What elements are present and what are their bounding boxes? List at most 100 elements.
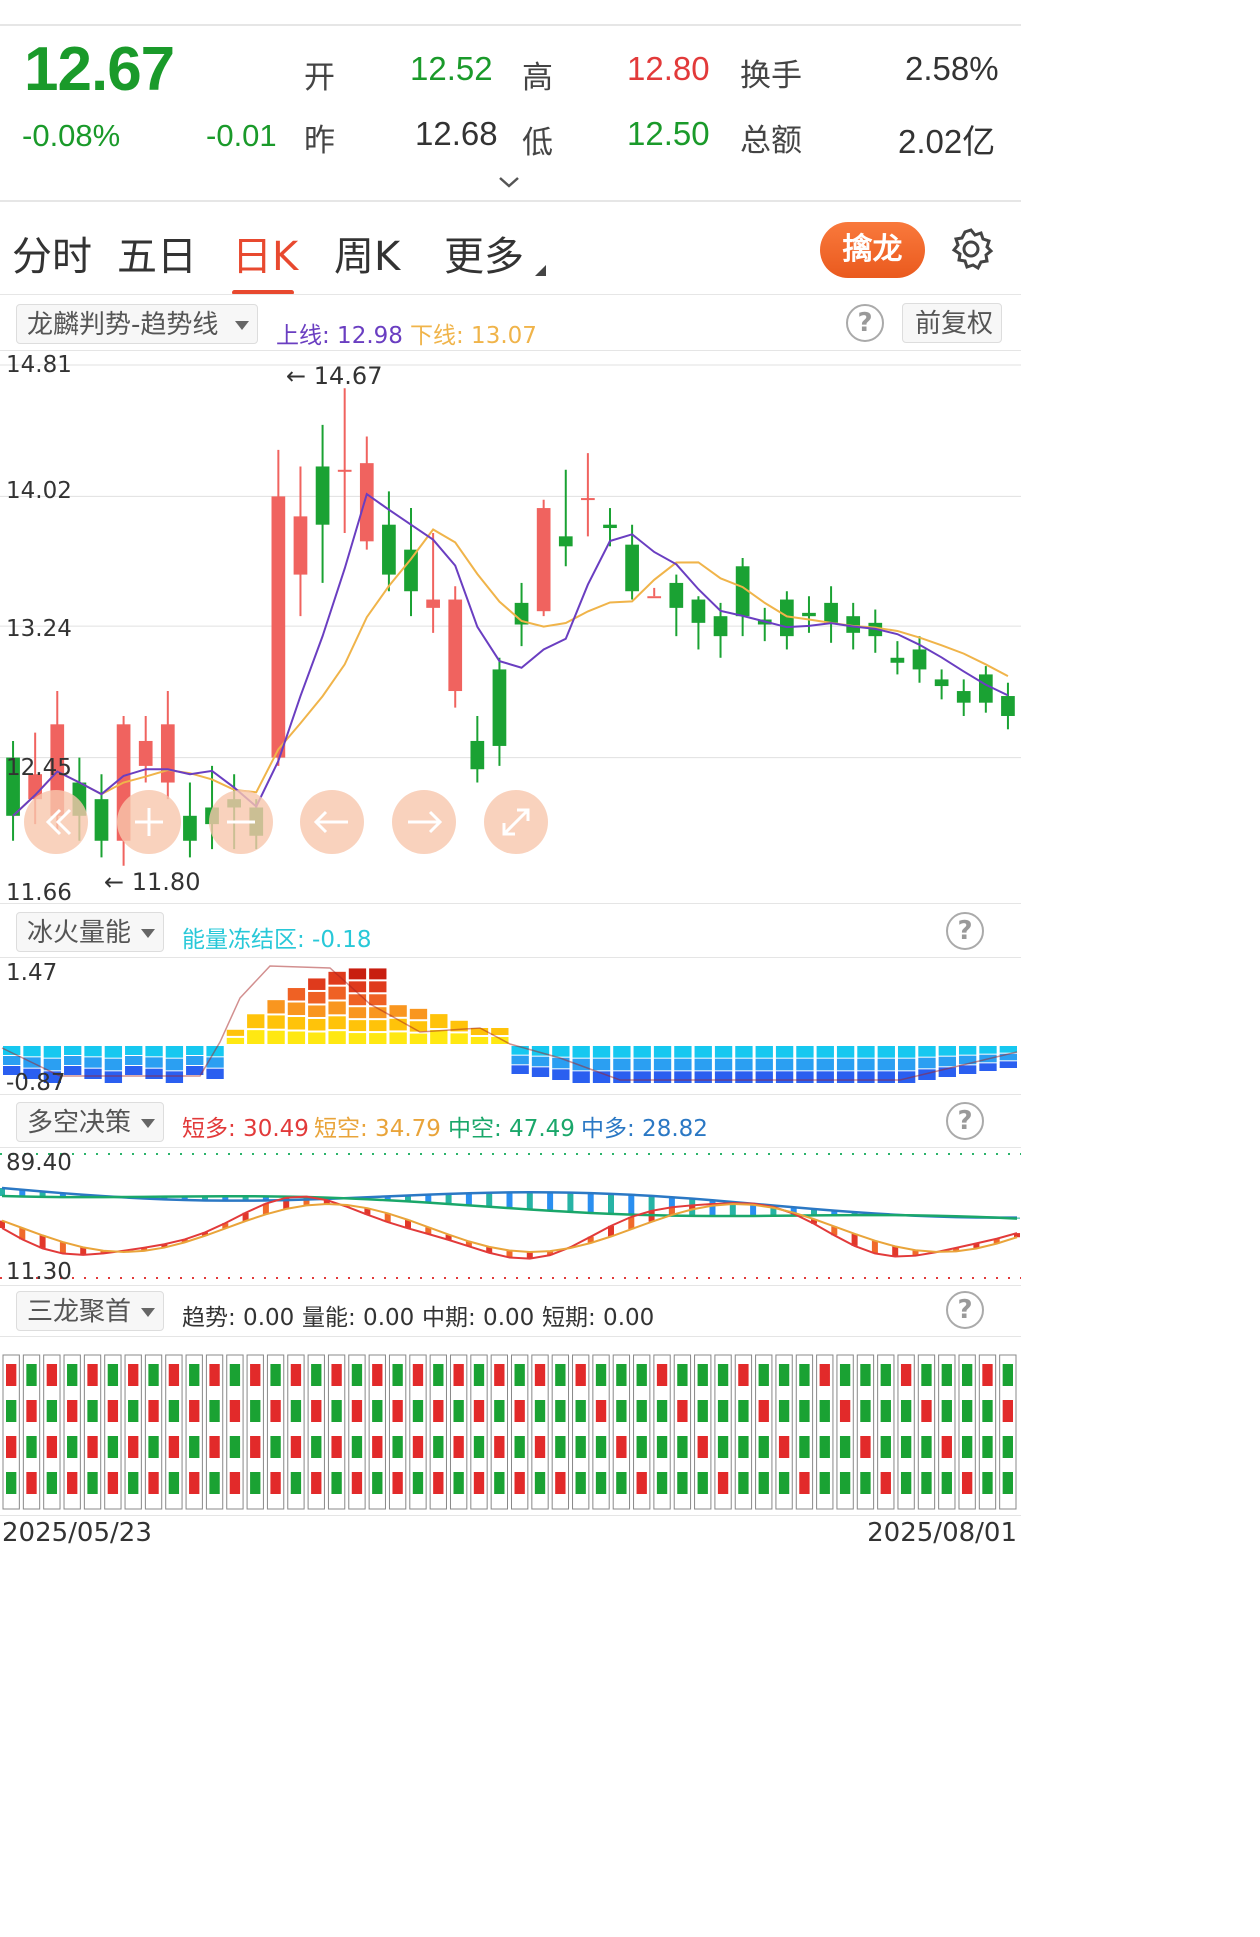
dragon-cell-red xyxy=(412,1436,424,1458)
ice-segment xyxy=(552,1069,570,1080)
ice-segment xyxy=(653,1046,672,1058)
heat-segment xyxy=(369,1020,387,1032)
ice-segment xyxy=(918,1057,936,1069)
tab-five-day[interactable]: 五日 xyxy=(117,224,197,282)
y-label-2: 14.02 xyxy=(6,478,72,504)
candle-body xyxy=(271,496,286,758)
dragon-cell-red xyxy=(453,1436,464,1458)
heat-segment xyxy=(226,1029,245,1036)
ice-segment xyxy=(633,1058,651,1071)
fullscreen-expand-icon[interactable] xyxy=(484,790,548,854)
dragon-cell-green xyxy=(677,1436,688,1458)
dragon-cell-green xyxy=(250,1472,261,1494)
ice-bar xyxy=(877,1046,895,1083)
ice-segment xyxy=(186,1046,204,1055)
ice-segment xyxy=(714,1046,733,1058)
volume-indicator-dropdown[interactable]: 冰火量能 xyxy=(16,912,164,952)
heat-segment xyxy=(328,1016,346,1030)
dragon-cell-red xyxy=(900,1364,912,1386)
dragon-cell-red xyxy=(514,1472,525,1494)
qinlong-button[interactable]: 擒龙 xyxy=(820,222,925,278)
dragon-cell-green xyxy=(1002,1436,1013,1458)
trend-indicator-dropdown[interactable]: 龙麟判势-趋势线 xyxy=(16,304,258,344)
ice-bar xyxy=(674,1046,692,1083)
change-amount: -0.01 xyxy=(206,118,277,153)
dragon-cell-red xyxy=(250,1436,261,1458)
ice-bar xyxy=(775,1046,794,1083)
header-divider xyxy=(0,200,1021,202)
dragon-cell-red xyxy=(311,1400,322,1422)
tab-daily-k[interactable]: 日K xyxy=(232,224,298,282)
ice-segment xyxy=(84,1046,102,1057)
ice-bar xyxy=(938,1046,956,1077)
decision-indicator-dropdown[interactable]: 多空决策 xyxy=(16,1102,164,1142)
ice-segment xyxy=(43,1046,62,1058)
heat-segment xyxy=(267,1000,285,1014)
dragon-cell-green xyxy=(880,1364,891,1386)
zoom-out-minus-icon[interactable] xyxy=(209,790,273,854)
ice-bar xyxy=(572,1046,590,1083)
settings-gear-icon[interactable] xyxy=(948,226,994,272)
ice-bar xyxy=(755,1046,773,1083)
heat-segment xyxy=(328,986,346,1000)
candle-body xyxy=(536,508,551,612)
ice-segment xyxy=(714,1058,733,1071)
ice-bar xyxy=(511,1046,529,1074)
dragon-cell-red xyxy=(677,1400,688,1422)
dragon-cell-green xyxy=(168,1472,180,1494)
ice-bar xyxy=(653,1046,672,1083)
mid-short-value: 中空: 47.49 xyxy=(448,1116,575,1142)
tab-intraday[interactable]: 分时 xyxy=(12,224,92,282)
tab-more[interactable]: 更多 xyxy=(444,224,524,282)
expand-chevron-down-icon[interactable] xyxy=(498,174,520,190)
candle-body xyxy=(492,669,507,746)
dropdown-caret-icon xyxy=(235,321,249,330)
zoom-in-plus-icon[interactable] xyxy=(117,790,181,854)
heat-segment xyxy=(308,1005,326,1017)
dragon-cell-green xyxy=(799,1400,810,1422)
dragon-cell-green xyxy=(799,1436,810,1458)
dragon-cell-green xyxy=(575,1436,586,1458)
scroll-left-arrow-icon[interactable] xyxy=(300,790,364,854)
dragon-cell-green xyxy=(738,1436,749,1458)
ice-segment xyxy=(816,1071,834,1083)
tab-weekly-k[interactable]: 周K xyxy=(334,224,400,282)
dragon-cell-green xyxy=(250,1400,261,1422)
dragon-cell-green xyxy=(839,1364,851,1386)
ice-bar xyxy=(552,1046,570,1080)
dragon-cell-red xyxy=(575,1364,586,1386)
long-short-decision-chart xyxy=(0,1153,1021,1279)
dragon-indicator-dropdown[interactable]: 三龙聚首 xyxy=(16,1291,164,1331)
heat-segment xyxy=(308,1032,326,1044)
help-icon[interactable]: ? xyxy=(846,304,884,342)
ice-segment xyxy=(653,1071,672,1083)
dragon-cell-green xyxy=(453,1400,464,1422)
dragon-cell-green xyxy=(87,1400,98,1422)
dragon-cell-green xyxy=(900,1400,912,1422)
ice-segment xyxy=(64,1046,82,1055)
dragon-cell-green xyxy=(656,1472,668,1494)
heat-segment xyxy=(348,968,367,980)
help-icon[interactable]: ? xyxy=(946,912,984,950)
volume-energy-chart xyxy=(1,965,1018,1083)
trend-indicator-label: 龙麟判势-趋势线 xyxy=(27,310,219,340)
open-label: 开 xyxy=(304,60,335,96)
decision-y-bottom: 11.30 xyxy=(6,1259,72,1285)
ice-segment xyxy=(125,1046,143,1055)
dragon-cell-red xyxy=(46,1436,58,1458)
dragon-cell-green xyxy=(372,1472,383,1494)
ice-segment xyxy=(897,1046,916,1058)
dragon-cell-green xyxy=(372,1400,383,1422)
dragon-cell-red xyxy=(128,1364,139,1386)
dragon-cell-red xyxy=(229,1400,241,1422)
scroll-right-arrow-icon[interactable] xyxy=(392,790,456,854)
decision-y-top: 89.40 xyxy=(6,1150,72,1176)
dragon-cell-red xyxy=(46,1364,58,1386)
rewind-double-left-icon[interactable] xyxy=(24,790,88,854)
help-icon[interactable]: ? xyxy=(946,1291,984,1329)
dragon-cell-red xyxy=(148,1472,159,1494)
dragon-cell-green xyxy=(839,1436,851,1458)
short-long-value: 短多: 30.49 xyxy=(182,1116,309,1142)
adjust-button[interactable]: 前复权 xyxy=(902,303,1002,343)
help-icon[interactable]: ? xyxy=(946,1102,984,1140)
